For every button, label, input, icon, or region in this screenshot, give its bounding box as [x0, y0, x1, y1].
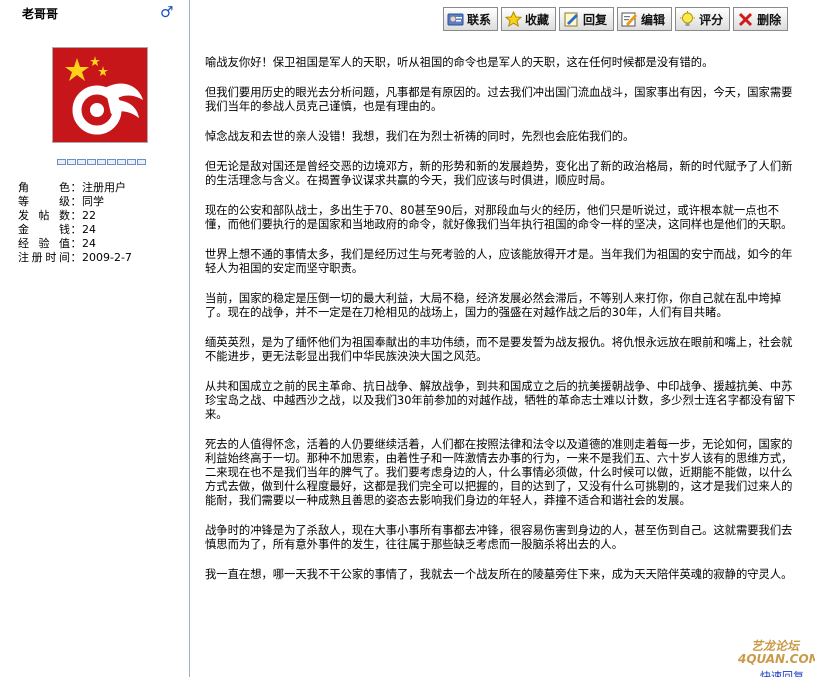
user-info: 角色：注册用户 等级：同学 发帖数： 22 金钱： 24 经验值： 24 注册时间： 2009-2…	[18, 181, 132, 265]
male-icon: ♂	[160, 3, 174, 21]
contact-button[interactable]: 联系	[443, 7, 499, 31]
user-info-row: 注册时间： 2009-2-7	[18, 251, 132, 265]
watermark: 艺龙论坛 4QUAN.COM	[738, 640, 815, 668]
quick-reply-link[interactable]: 快速回复	[760, 668, 804, 677]
rank-slot	[67, 159, 76, 165]
username[interactable]: 老哥哥	[22, 5, 58, 22]
user-info-value: 注册用户	[82, 181, 126, 194]
post-paragraph: 悼念战友和去世的亲人没错！我想，我们在为烈士祈祷的同时，先烈也会庇佑我们的。	[205, 130, 635, 143]
rank-slot	[97, 159, 106, 165]
rank-slot	[107, 159, 116, 165]
user-info-row: 金钱： 24	[18, 223, 132, 237]
post-content: 喻战友你好！保卫祖国是军人的天职，听从祖国的命令也是军人的天职，这在任何时候都是…	[205, 56, 797, 598]
user-info-label: 角色	[18, 181, 70, 194]
rank-slot	[87, 159, 96, 165]
user-info-separator: ：	[70, 195, 82, 208]
post-paragraph: 我一直在想，哪一天我不干公家的事情了，我就去一个战友所在的陵墓旁住下来，成为天天…	[205, 568, 793, 581]
rank-slot	[77, 159, 86, 165]
user-info-separator: ：	[70, 181, 82, 194]
post-paragraph: 喻战友你好！保卫祖国是军人的天职，听从祖国的命令也是军人的天职，这在任何时候都是…	[205, 56, 714, 69]
user-info-separator: ：	[70, 223, 82, 236]
user-info-row: 角色：注册用户	[18, 181, 132, 195]
close-icon	[737, 11, 754, 28]
post-paragraph: 从共和国成立之前的民主革命、抗日战争、解放战争，到共和国成立之后的抗美援朝战争、…	[205, 380, 796, 421]
rate-button[interactable]: 评分	[675, 7, 731, 31]
reply-label: 回复	[583, 12, 608, 27]
post-paragraph: 死去的人值得怀念，活着的人仍要继续活着，人们都在按照法律和法令以及道德的准则走着…	[205, 438, 793, 507]
edit-icon	[621, 11, 638, 28]
rank-slot	[57, 159, 66, 165]
edit-label: 编辑	[641, 12, 666, 27]
reply-button[interactable]: 回复	[559, 7, 615, 31]
post-toolbar: 联系 收藏 回复 编辑 评分 删除	[443, 7, 789, 31]
user-info-label: 经验值	[18, 237, 70, 250]
user-info-label: 等级	[18, 195, 70, 208]
delete-button[interactable]: 删除	[733, 7, 789, 31]
user-info-separator: ：	[70, 251, 82, 264]
avatar[interactable]	[52, 47, 148, 143]
rank-indicator	[57, 159, 146, 165]
user-info-row: 经验值： 24	[18, 237, 132, 251]
delete-label: 删除	[757, 12, 782, 27]
post-paragraph: 但无论是敌对国还是曾经交恶的边境邓方，新的形势和新的发展趋势，变化出了新的政治格…	[205, 160, 793, 187]
post-paragraph: 现在的公安和部队战士，多出生于70、80甚至90后，对那段血与火的经历，他们只是…	[205, 204, 793, 231]
user-info-label: 金钱	[18, 223, 70, 236]
edit-button[interactable]: 编辑	[617, 7, 673, 31]
rank-slot	[127, 159, 136, 165]
favorite-button[interactable]: 收藏	[501, 7, 557, 31]
user-info-row: 等级：同学	[18, 195, 132, 209]
user-info-value: 22	[82, 209, 96, 222]
post-paragraph: 世界上想不通的事情太多，我们是经历过生与死考验的人，应该能放得开才是。当年我们为…	[205, 248, 793, 275]
post-paragraph: 缅英英烈，是为了缅怀他们为祖国奉献出的丰功伟绩，而不是要发誓为战友报仇。将仇恨永…	[205, 336, 793, 363]
lightbulb-icon	[679, 10, 696, 28]
post-paragraph: 但我们要用历史的眼光去分析问题，凡事都是有原因的。过去我们冲出国门流血战斗，国家…	[205, 86, 793, 113]
rank-slot	[137, 159, 146, 165]
avatar-emblem-icon	[53, 48, 147, 142]
contact-icon	[447, 11, 464, 28]
user-info-label: 发帖数	[18, 209, 70, 222]
star-icon	[505, 10, 523, 28]
user-info-separator: ：	[70, 209, 82, 222]
rank-slot	[117, 159, 126, 165]
contact-label: 联系	[467, 12, 492, 27]
user-info-value: 24	[82, 237, 96, 250]
user-info-value: 同学	[82, 195, 104, 208]
favorite-label: 收藏	[525, 12, 550, 27]
user-info-label: 注册时间	[18, 251, 70, 264]
user-info-separator: ：	[70, 237, 82, 250]
user-info-value: 24	[82, 223, 96, 236]
rate-label: 评分	[699, 12, 724, 27]
post-paragraph: 战争时的冲锋是为了杀敌人，现在大事小事所有事都去冲锋，很容易伤害到身边的人，甚至…	[205, 524, 793, 551]
user-sidebar: 老哥哥 ♂ 角色：注册用户 等级：同学 发帖数： 22 金钱： 24 经验值： 24 注册时间：…	[0, 0, 190, 677]
user-info-value: 2009-2-7	[82, 251, 132, 264]
reply-icon	[563, 11, 580, 28]
watermark-line-2: 4QUAN.COM	[738, 652, 815, 666]
user-info-row: 发帖数： 22	[18, 209, 132, 223]
post-paragraph: 当前，国家的稳定是压倒一切的最大利益，大局不稳，经济发展必然会滞后，不等别人来打…	[205, 292, 782, 319]
